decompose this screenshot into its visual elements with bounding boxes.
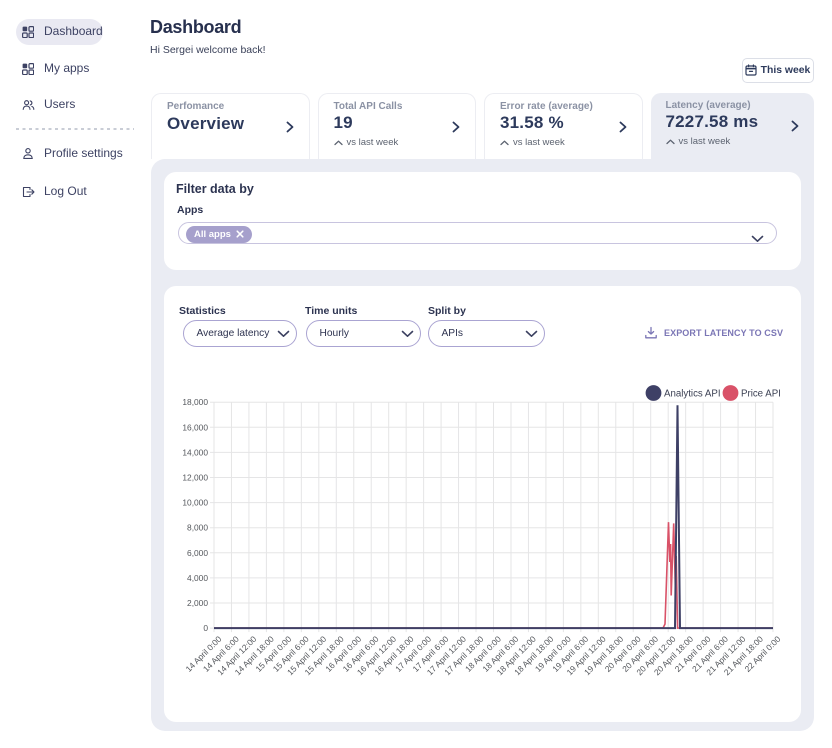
svg-text:4,000: 4,000 (187, 573, 208, 583)
svg-text:18,000: 18,000 (182, 397, 208, 407)
svg-text:8,000: 8,000 (187, 523, 208, 533)
svg-text:10,000: 10,000 (182, 498, 208, 508)
svg-text:Analytics API: Analytics API (664, 389, 721, 400)
svg-text:16,000: 16,000 (182, 422, 208, 432)
svg-text:Price API: Price API (741, 389, 781, 400)
svg-text:12,000: 12,000 (182, 473, 208, 483)
svg-text:6,000: 6,000 (187, 548, 208, 558)
svg-text:0: 0 (203, 623, 208, 633)
svg-text:14,000: 14,000 (182, 447, 208, 457)
svg-text:2,000: 2,000 (187, 598, 208, 608)
